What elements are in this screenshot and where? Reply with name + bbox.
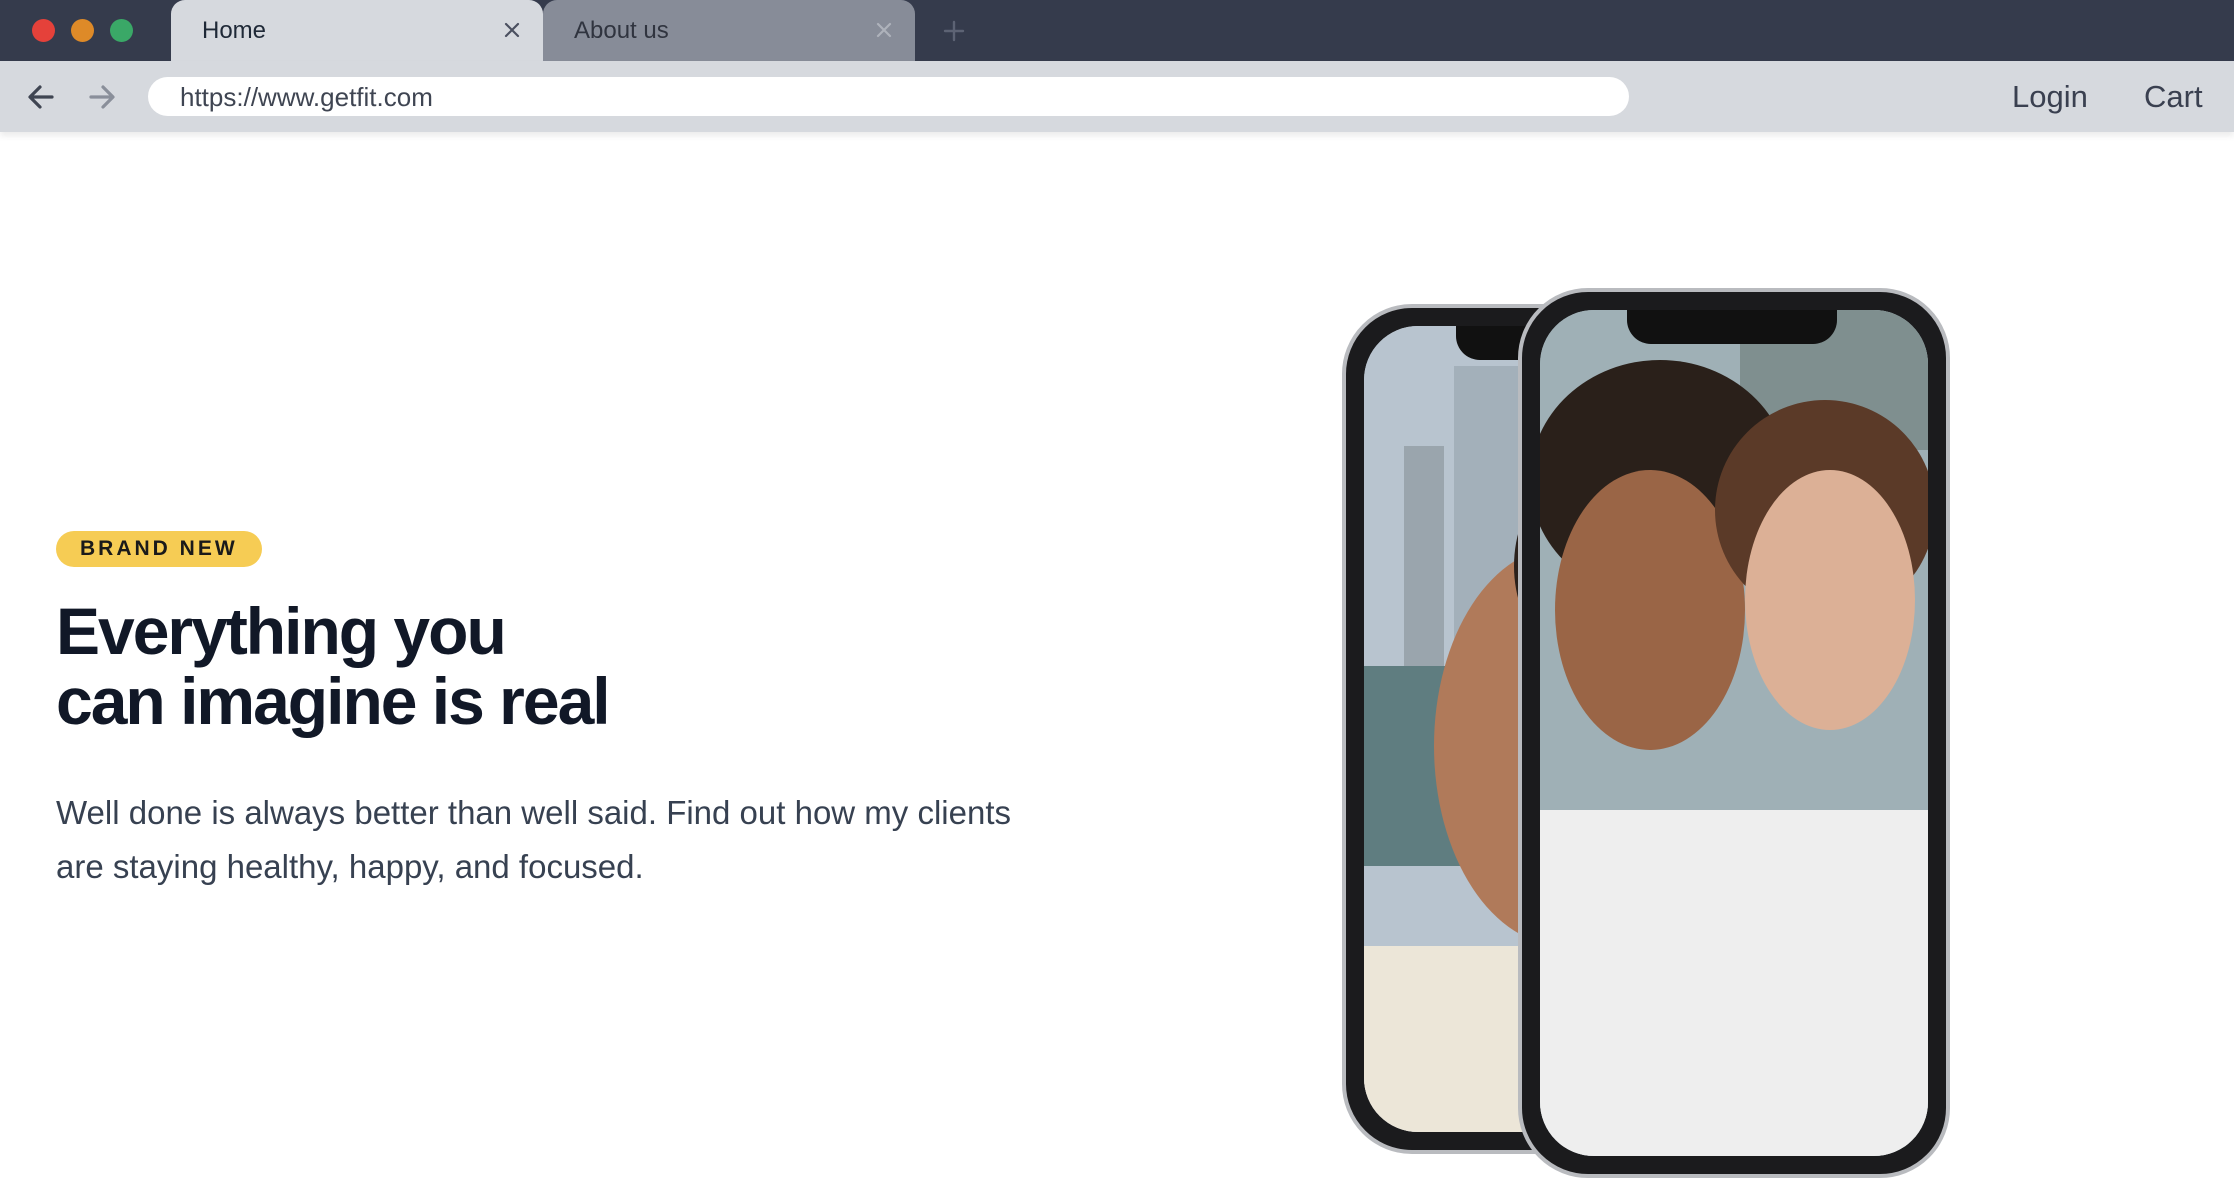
phone-notch: [1627, 310, 1837, 344]
hero-title: Everything you can imagine is real: [56, 596, 956, 736]
phones-illustration: [1330, 280, 2030, 1186]
phone-mockup-front: [1518, 288, 1950, 1178]
zoom-window-button[interactable]: [110, 19, 133, 42]
login-link[interactable]: Login: [2012, 81, 2088, 113]
tab-label: Home: [202, 17, 267, 44]
hero-description: Well done is always better than well sai…: [56, 794, 1012, 885]
minimize-window-button[interactable]: [71, 19, 94, 42]
browser-toolbar: https://www.getfit.com Login Cart: [0, 61, 2234, 132]
tab-label: About us: [574, 17, 669, 44]
hero-title-line-2: can imagine is real: [56, 664, 611, 738]
plus-icon[interactable]: [942, 19, 966, 43]
cart-link[interactable]: Cart: [2144, 81, 2203, 113]
phone-screen-photo: [1540, 310, 1928, 1156]
close-window-button[interactable]: [32, 19, 55, 42]
arrow-right-icon[interactable]: [85, 80, 119, 114]
close-icon[interactable]: [499, 17, 525, 43]
window-titlebar: Home About us: [0, 0, 2234, 61]
url-text: https://www.getfit.com: [180, 82, 433, 112]
close-icon[interactable]: [871, 17, 897, 43]
tab-about-us[interactable]: About us: [543, 0, 915, 61]
brand-new-badge: BRAND NEW: [56, 531, 262, 567]
address-bar[interactable]: https://www.getfit.com: [148, 77, 1629, 116]
hero-title-line-1: Everything you: [56, 594, 507, 668]
arrow-left-icon[interactable]: [24, 80, 58, 114]
tab-home[interactable]: Home: [171, 0, 543, 61]
